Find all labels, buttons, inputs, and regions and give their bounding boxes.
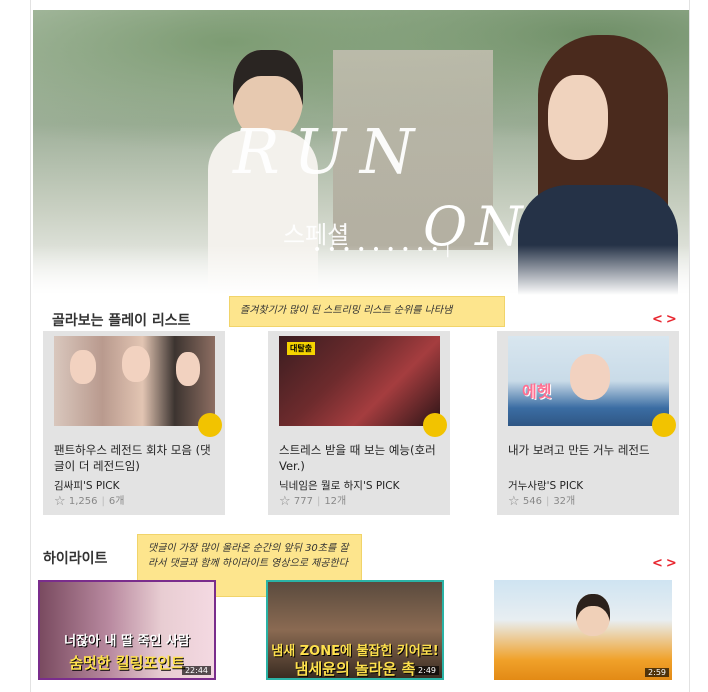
playlist-prev-arrow[interactable]: <: [652, 312, 666, 327]
coin-icon: [198, 413, 222, 437]
video-person: [576, 594, 610, 636]
video-duration: 2:49: [415, 666, 439, 675]
hero-banner[interactable]: RUN 스페셜 ON • • • • • • • • • |: [33, 10, 689, 295]
playlist-next-arrow[interactable]: >: [666, 312, 680, 327]
highlight-caption-top: 냄새 ZONE에 불잡힌 키어로!: [271, 644, 439, 659]
playlist-card[interactable]: 대탈출 스트레스 받을 때 보는 예능(호러Ver.) 닉네임은 뭘로 하지'S…: [268, 331, 450, 515]
thumb-face: [70, 350, 96, 384]
playlist-owner: 거누사랑'S PICK: [508, 480, 584, 492]
coin-icon: [423, 413, 447, 437]
favorite-count: 546: [522, 496, 542, 507]
playlist-title[interactable]: 내가 보려고 만든 거누 레전드: [508, 442, 672, 458]
highlights-carousel-arrows: <>: [652, 556, 680, 571]
highlights-next-arrow[interactable]: >: [666, 556, 680, 571]
favorite-count: 1,256: [68, 496, 98, 507]
video-duration: 22:44: [181, 666, 211, 675]
playlist-thumbnail[interactable]: [54, 336, 215, 426]
playlist-carousel-arrows: <>: [652, 312, 680, 327]
item-count: 12개: [324, 496, 347, 507]
playlist-card[interactable]: 에헷 내가 보려고 만든 거누 레전드 거누사랑'S PICK ☆ 546 | 32…: [497, 331, 679, 515]
playlist-stats: ☆ 777 | 12개: [279, 494, 347, 509]
thumb-face: [122, 346, 150, 382]
star-icon[interactable]: ☆: [508, 494, 520, 509]
thumb-tag: 대탈출: [287, 342, 316, 355]
video-duration: 2:59: [645, 668, 669, 677]
playlist-stats: ☆ 546 | 32개: [508, 494, 576, 509]
item-count: 6개: [108, 496, 125, 507]
playlist-owner: 닉네임은 뭘로 하지'S PICK: [279, 480, 400, 492]
playlist-title[interactable]: 스트레스 받을 때 보는 예능(호러Ver.): [279, 442, 443, 474]
playlist-card[interactable]: 팬트하우스 레전드 회차 모음 (댓글이 더 레전드임) 김싸피'S PICK …: [43, 331, 225, 515]
thumb-face: [570, 354, 610, 400]
favorite-count: 777: [293, 496, 313, 507]
thumb-caption: 에헷: [522, 382, 552, 401]
highlight-video[interactable]: 냄새 ZONE에 불잡힌 키어로! 냄세윤의 놀라운 촉 2:49: [266, 580, 444, 680]
highlights-prev-arrow[interactable]: <: [652, 556, 666, 571]
star-icon[interactable]: ☆: [279, 494, 291, 509]
item-count: 32개: [553, 496, 576, 507]
playlist-thumbnail[interactable]: 에헷: [508, 336, 669, 426]
playlist-tooltip: 즐겨찾기가 많이 된 스트리밍 리스트 순위를 나타냄: [229, 296, 505, 327]
highlight-video[interactable]: 2:59: [494, 580, 672, 680]
hero-title-main: RUN: [233, 115, 429, 188]
playlist-stats: ☆ 1,256 | 6개: [54, 494, 125, 509]
playlist-thumbnail[interactable]: 대탈출: [279, 336, 440, 426]
thumb-face: [176, 352, 200, 386]
hero-fade: [33, 245, 689, 295]
highlight-caption-top: 너잖아 내 딸 죽인 사람: [64, 634, 190, 649]
highlight-video[interactable]: 너잖아 내 딸 죽인 사람 숨멋한 킬링포인트 22:44: [38, 580, 216, 680]
coin-icon: [652, 413, 676, 437]
playlist-title[interactable]: 팬트하우스 레전드 회차 모음 (댓글이 더 레전드임): [54, 442, 218, 474]
highlights-section-title: 하이라이트: [43, 551, 108, 567]
star-icon[interactable]: ☆: [54, 494, 66, 509]
playlist-owner: 김싸피'S PICK: [54, 480, 120, 492]
playlist-section-title: 골라보는 플레이 리스트: [52, 313, 191, 329]
